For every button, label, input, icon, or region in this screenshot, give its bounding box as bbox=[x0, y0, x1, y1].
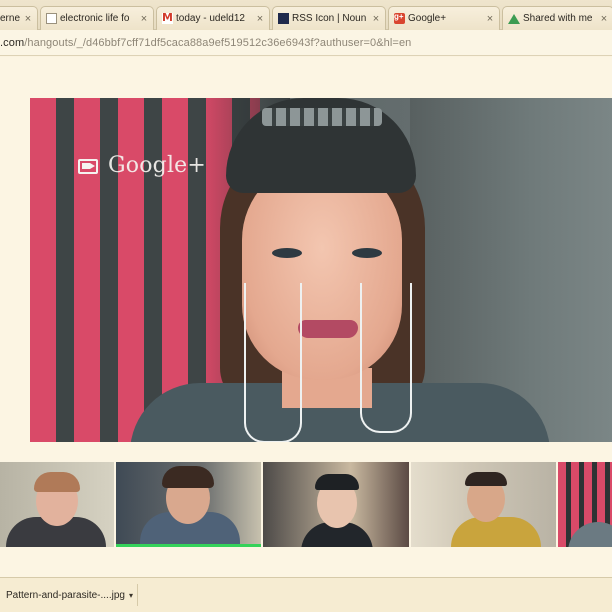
tab-title: Shared with me bbox=[523, 13, 593, 24]
earphone-cable bbox=[244, 283, 302, 442]
close-icon[interactable]: × bbox=[371, 13, 381, 24]
google-plus-watermark: Google+ bbox=[78, 153, 206, 178]
close-icon[interactable]: × bbox=[255, 13, 265, 24]
hangouts-camera-icon bbox=[78, 157, 98, 174]
participant-eye bbox=[272, 248, 302, 258]
participant-thumbnail[interactable] bbox=[263, 462, 409, 547]
drive-icon bbox=[508, 13, 520, 24]
download-shelf: Pattern-and-parasite-....jpg ▾ bbox=[0, 577, 612, 612]
participant-eye bbox=[352, 248, 382, 258]
tab-5[interactable]: Google+ × bbox=[388, 6, 500, 30]
address-bar: .com/hangouts/_/d46bbf7cff71df5caca88a9e… bbox=[0, 30, 612, 56]
active-speaker-indicator bbox=[115, 544, 262, 547]
close-icon[interactable]: × bbox=[599, 13, 609, 24]
tab-4[interactable]: RSS Icon | Noun × bbox=[272, 6, 386, 30]
hangout-page: Google+ bbox=[0, 57, 612, 577]
tab-title: ernet bbox=[0, 13, 20, 24]
url-host: .com bbox=[0, 36, 25, 49]
tab-2[interactable]: electronic life fo × bbox=[40, 6, 154, 30]
close-icon[interactable]: × bbox=[23, 13, 33, 24]
participant-thumbnail[interactable] bbox=[410, 462, 557, 547]
tab-title: electronic life fo bbox=[60, 13, 130, 24]
chevron-down-icon[interactable]: ▾ bbox=[125, 591, 137, 600]
participant-cap-band bbox=[262, 108, 382, 126]
participant-lips bbox=[298, 320, 358, 338]
tab-title: RSS Icon | Noun bbox=[292, 13, 367, 24]
gmail-icon bbox=[162, 11, 173, 24]
earphone-cable bbox=[360, 283, 412, 433]
tab-title: today - udeld12 bbox=[176, 13, 245, 24]
tab-1[interactable]: ernet × bbox=[0, 6, 38, 30]
url-field[interactable]: .com/hangouts/_/d46bbf7cff71df5caca88a9e… bbox=[0, 33, 612, 53]
document-icon bbox=[46, 13, 57, 24]
main-video-feed[interactable]: Google+ bbox=[30, 98, 612, 442]
participant-thumbnail[interactable] bbox=[115, 462, 262, 547]
tab-6[interactable]: Shared with me × bbox=[502, 6, 612, 30]
tab-3[interactable]: today - udeld12 × bbox=[156, 6, 270, 30]
url-path: /hangouts/_/d46bbf7cff71df5caca88a9ef519… bbox=[24, 36, 412, 49]
close-icon[interactable]: × bbox=[485, 13, 495, 24]
tab-title: Google+ bbox=[408, 13, 447, 24]
participant-thumbnail[interactable] bbox=[558, 462, 612, 547]
noun-project-icon bbox=[278, 13, 289, 24]
close-icon[interactable]: × bbox=[139, 13, 149, 24]
main-participant bbox=[30, 98, 612, 442]
tab-strip: ernet × electronic life fo × today - ude… bbox=[0, 0, 612, 30]
download-file-name: Pattern-and-parasite-....jpg bbox=[6, 589, 125, 601]
google-plus-icon bbox=[394, 12, 405, 24]
participant-thumbnail[interactable] bbox=[0, 462, 114, 547]
download-item[interactable]: Pattern-and-parasite-....jpg ▾ bbox=[0, 584, 138, 606]
brand-label: Google+ bbox=[108, 153, 207, 178]
participant-filmstrip bbox=[0, 462, 612, 547]
